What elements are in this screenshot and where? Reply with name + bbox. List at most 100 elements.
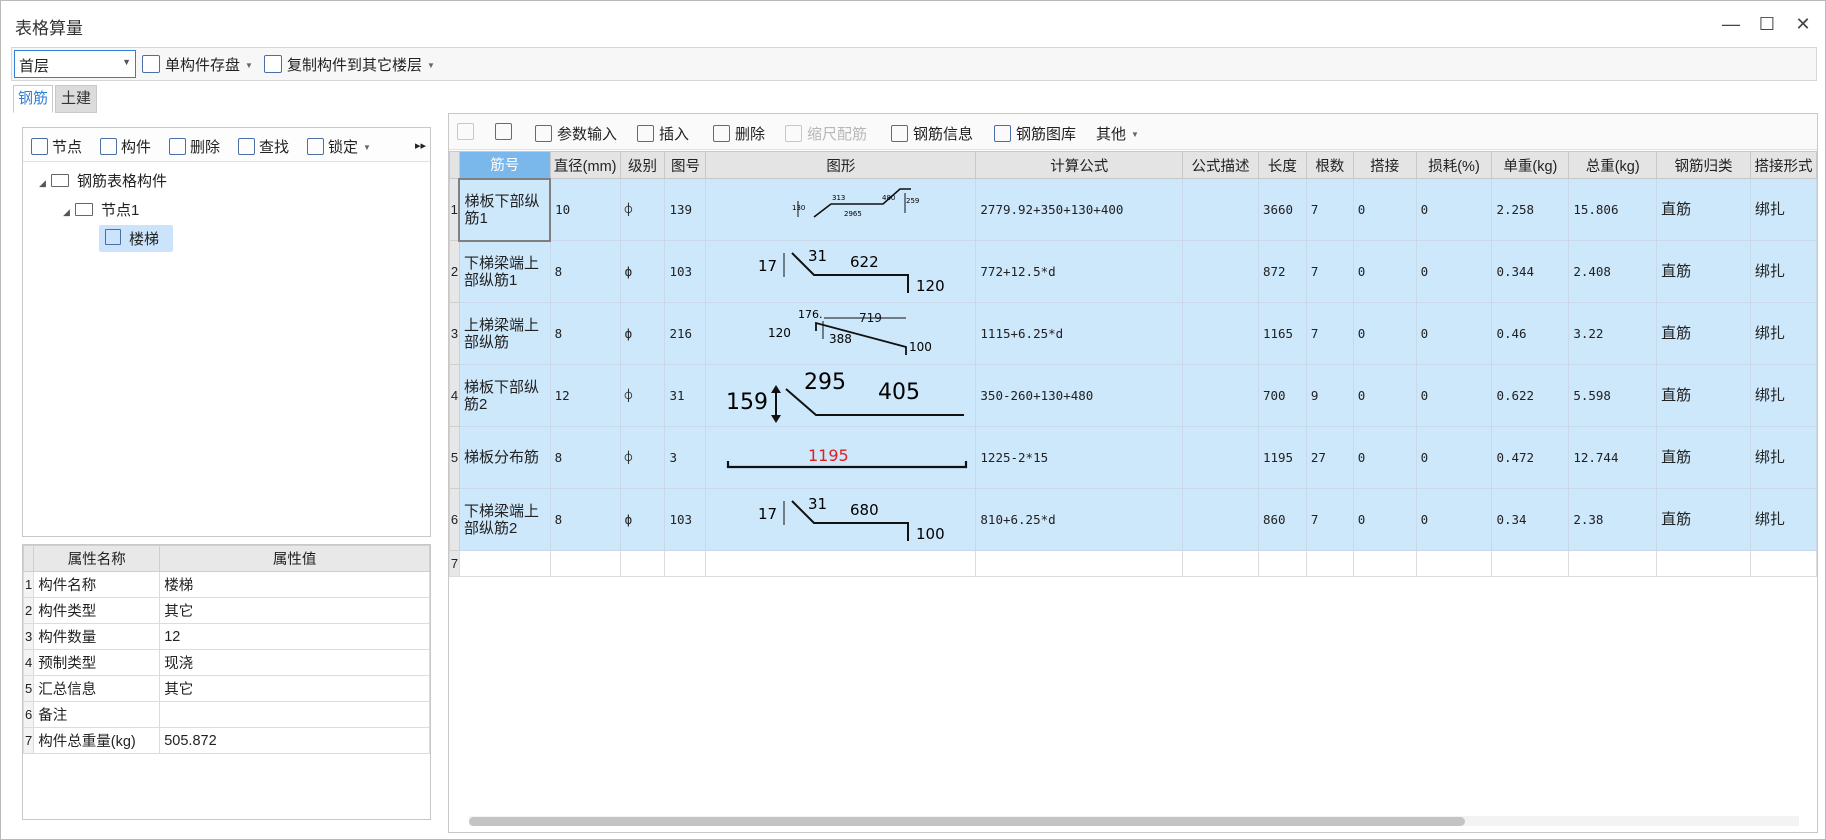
tree-root[interactable]: ◢ 钢筋表格构件 [39,170,167,191]
empty-cell[interactable] [705,550,977,577]
cell-rebar-category[interactable]: 直筋 [1656,178,1751,241]
table-row[interactable]: 3 上梯梁端上部纵筋 8 ф 216 176. 719 120 388 100 1115+6.25*… [449,302,1818,365]
cell-formula-description[interactable] [1182,178,1259,241]
property-value[interactable] [159,701,430,728]
cell-lap[interactable]: 0 [1352,302,1417,365]
cell-diameter[interactable]: 10 [549,178,621,241]
cell-rebar-number[interactable]: 梯板下部纵筋2 [458,364,551,427]
cell-shape[interactable]: 159 295 405 [705,364,977,427]
cell-grade[interactable]: ф [619,240,666,303]
scale-rebar-button[interactable]: 缩尺配筋 [785,123,867,144]
cell-shape[interactable]: 176. 719 120 388 100 [705,302,977,365]
move-down-button[interactable] [495,123,517,141]
cell-length[interactable]: 1195 [1257,426,1307,489]
row-number[interactable]: 6 [449,488,460,551]
tab-civil[interactable]: 土建 [55,85,97,113]
row-number[interactable]: 7 [449,550,460,577]
cell-rebar-number[interactable]: 下梯梁端上部纵筋1 [458,240,551,303]
cell-diameter[interactable]: 8 [549,426,621,489]
cell-count[interactable]: 27 [1305,426,1354,489]
cell-rebar-number[interactable]: 上梯梁端上部纵筋 [458,302,551,365]
cell-lap-type[interactable]: 绑扎 [1749,178,1818,241]
cell-lap-type[interactable]: 绑扎 [1749,240,1818,303]
cell-grade[interactable]: ф [619,302,666,365]
cell-rebar-number[interactable]: 下梯梁端上部纵筋2 [458,488,551,551]
cell-lap[interactable]: 0 [1352,178,1417,241]
cell-total-weight[interactable]: 12.744 [1568,426,1658,489]
cell-count[interactable]: 7 [1305,240,1354,303]
cell-loss-rate[interactable]: 0 [1415,488,1493,551]
cell-formula[interactable]: 772+12.5*d [975,240,1184,303]
cell-length[interactable]: 3660 [1257,178,1307,241]
cell-diameter[interactable]: 12 [549,364,621,427]
add-component-button[interactable]: 构件 [100,136,151,157]
caret-down-icon[interactable]: ▼ [427,61,435,70]
empty-cell[interactable] [458,550,551,577]
cell-lap[interactable]: 0 [1352,426,1417,489]
cell-length[interactable]: 872 [1257,240,1307,303]
caret-down-icon[interactable]: ▼ [363,143,371,152]
row-number[interactable]: 5 [449,426,460,489]
cell-rebar-category[interactable]: 直筋 [1656,488,1751,551]
empty-cell[interactable] [1568,550,1658,577]
cell-grade[interactable]: ⌽ [619,178,666,241]
cell-figure-number[interactable]: 103 [664,240,707,303]
cell-lap-type[interactable]: 绑扎 [1749,364,1818,427]
expand-toolbar-icon[interactable]: ▸▸ [415,139,426,152]
property-row[interactable]: 4 预制类型 现浇 [22,649,430,676]
insert-button[interactable]: 插入 [637,123,689,144]
cell-shape[interactable]: 17 31 680 100 [705,488,977,551]
cell-formula[interactable]: 1115+6.25*d [975,302,1184,365]
property-value[interactable]: 其它 [159,597,430,624]
cell-figure-number[interactable]: 216 [664,302,707,365]
cell-rebar-category[interactable]: 直筋 [1656,240,1751,303]
cell-diameter[interactable]: 8 [549,240,621,303]
maximize-button[interactable]: ☐ [1751,11,1783,37]
cell-figure-number[interactable]: 103 [664,488,707,551]
row-number[interactable]: 1 [449,178,460,241]
column-header[interactable]: 图号 [664,151,707,179]
cell-formula-description[interactable] [1182,364,1259,427]
rebar-library-button[interactable]: 钢筋图库 [994,123,1076,144]
cell-formula-description[interactable] [1182,302,1259,365]
other-menu-button[interactable]: 其他 ▼ [1096,123,1139,144]
property-row[interactable]: 5 汇总信息 其它 [22,675,430,702]
cell-unit-weight[interactable]: 0.622 [1491,364,1570,427]
column-header[interactable]: 筋号 [458,151,551,179]
cell-total-weight[interactable]: 2.38 [1568,488,1658,551]
cell-grade[interactable]: ⌽ [619,426,666,489]
cell-rebar-category[interactable]: 直筋 [1656,426,1751,489]
column-header[interactable]: 单重(kg) [1491,151,1570,179]
column-header[interactable]: 计算公式 [975,151,1184,179]
cell-lap[interactable]: 0 [1352,364,1417,427]
add-node-button[interactable]: 节点 [31,136,82,157]
collapse-arrow-icon[interactable]: ◢ [63,207,75,218]
empty-cell[interactable] [1415,550,1493,577]
cell-figure-number[interactable]: 31 [664,364,707,427]
cell-total-weight[interactable]: 5.598 [1568,364,1658,427]
cell-count[interactable]: 9 [1305,364,1354,427]
column-header[interactable]: 公式描述 [1182,151,1259,179]
empty-cell[interactable] [1305,550,1354,577]
cell-count[interactable]: 7 [1305,302,1354,365]
empty-cell[interactable] [1352,550,1417,577]
cell-formula[interactable]: 810+6.25*d [975,488,1184,551]
table-row[interactable]: 1 梯板下部纵筋1 10 ⌽ 139 130 313 2965 480 259 2779.92+35… [449,177,1818,242]
rebar-shape-drawing[interactable]: 17 31 680 100 [706,489,974,547]
empty-cell[interactable] [975,550,1184,577]
row-number[interactable]: 4 [449,364,460,427]
horizontal-scrollbar[interactable] [469,816,1799,826]
floor-select[interactable]: 首层 ▼ [14,50,136,78]
rebar-shape-drawing[interactable]: 1195 [706,427,974,485]
column-header[interactable]: 根数 [1305,151,1354,179]
empty-cell[interactable] [1182,550,1259,577]
property-value[interactable]: 12 [159,623,430,650]
collapse-arrow-icon[interactable]: ◢ [39,178,51,189]
rebar-shape-drawing[interactable]: 176. 719 120 388 100 [706,303,974,361]
caret-down-icon[interactable]: ▼ [245,61,253,70]
row-number[interactable]: 3 [449,302,460,365]
cell-figure-number[interactable]: 3 [664,426,707,489]
cell-count[interactable]: 7 [1305,178,1354,241]
column-header[interactable]: 长度 [1257,151,1307,179]
column-header[interactable]: 图形 [705,151,977,179]
